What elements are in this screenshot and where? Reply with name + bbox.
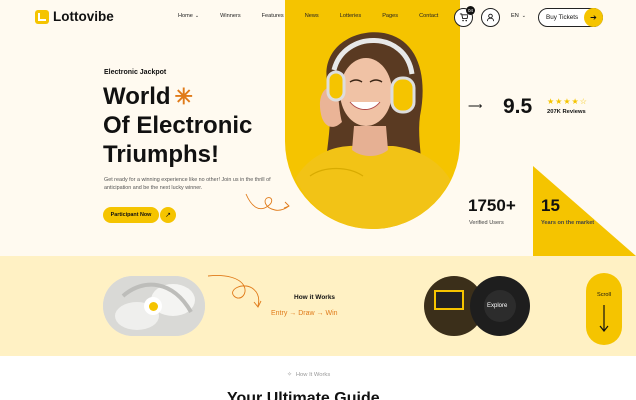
hero-eyebrow: Electronic Jackpot [104,69,167,76]
cart-count-badge: 04 [466,6,475,15]
arrow-up-right-icon[interactable]: ↗ [160,207,176,223]
cart-icon [459,13,468,22]
nav-label: Lotteries [339,13,362,19]
nav-item-pages[interactable]: Pages [382,13,398,19]
guide-eyebrow-label: How It Works [295,372,331,378]
step-draw: Draw [298,310,315,317]
hero-person-image [288,32,458,229]
nav-item-winners[interactable]: Winners [220,13,241,19]
star-rating-icon: ★★★★☆ [547,97,588,106]
arrow-right-icon: → [316,310,326,317]
buy-tickets-label: Buy Tickets [546,14,579,21]
cart-button[interactable]: 04 [454,6,475,27]
nav-item-home[interactable]: Home ⌄ [178,13,199,19]
brand-logo[interactable]: Lottovibe [35,9,114,24]
loop-arrow-icon [207,275,262,308]
explore-label: Explore [487,303,508,309]
laptop-and-vinyl-image [424,276,530,336]
brand-name: Lottovibe [53,9,114,24]
page: Lottovibe Home ⌄ Winners Features News Lo… [0,0,636,400]
headline-line-1: World [103,83,171,110]
users-label: Verified Users [469,220,504,226]
arrow-right-icon: ➔ [584,8,603,27]
nav-label: Winners [220,13,241,19]
language-label: EN [511,13,519,19]
scroll-button[interactable]: Scroll [586,273,622,345]
step-win: Win [325,310,338,317]
nav-item-features[interactable]: Features [262,13,284,19]
nav-label: Features [261,13,284,19]
logo-icon [35,9,49,24]
nav-label: Home [178,13,193,19]
nav-item-contact[interactable]: Contact [419,13,438,19]
nav-item-news[interactable]: News [305,13,319,19]
headline-line-3: Triumphs! [103,141,220,168]
account-button[interactable] [481,8,500,27]
guide-title: Your Ultimate Guide [227,390,380,400]
step-entry: Entry [271,310,288,317]
rating-value: 9.5 [503,95,533,118]
chevron-down-icon: ⌄ [521,13,526,19]
chevron-down-icon: ⌄ [194,13,200,19]
how-it-works-title: How it Works [294,294,336,301]
arrow-down-icon [599,305,609,332]
sparkle-icon: ✳ [174,84,193,109]
guide-eyebrow: ✧ How It Works [287,372,330,378]
years-value: 15 [541,196,560,215]
user-icon [486,13,495,22]
nav-label: News [304,13,319,19]
hero-headline: World ✳ Of Electronic Triumphs! [103,82,303,169]
main-nav: Home ⌄ Winners Features News Lotteries Pa… [178,13,459,19]
users-value: 1750+ [468,196,516,215]
sparkle-icon: ✧ [287,372,292,378]
explore-circles[interactable]: Explore [424,276,534,336]
participate-label: Participant Now [110,212,152,218]
how-it-works-band [0,256,636,356]
buy-tickets-button[interactable]: Buy Tickets ➔ [538,8,603,27]
nav-label: Pages [382,13,399,19]
play-button[interactable] [144,297,162,315]
headline-line-2: Of Electronic [103,112,253,139]
long-arrow-right-icon: ⟶ [468,101,483,112]
reviews-count: 207K Reviews [547,109,586,115]
scribble-arrow-icon [245,193,290,211]
participate-button[interactable]: Participant Now [103,207,159,223]
language-select[interactable]: EN ⌄ [511,13,526,19]
scroll-label: Scroll [597,292,611,298]
years-label: Years on the market [541,220,595,226]
arrow-right-icon: → [289,310,299,317]
steps-row: Entry → Draw → Win [271,310,338,317]
nav-item-lotteries[interactable]: Lotteries [340,13,361,19]
play-icon [148,301,158,311]
nav-label: Contact [419,13,439,19]
